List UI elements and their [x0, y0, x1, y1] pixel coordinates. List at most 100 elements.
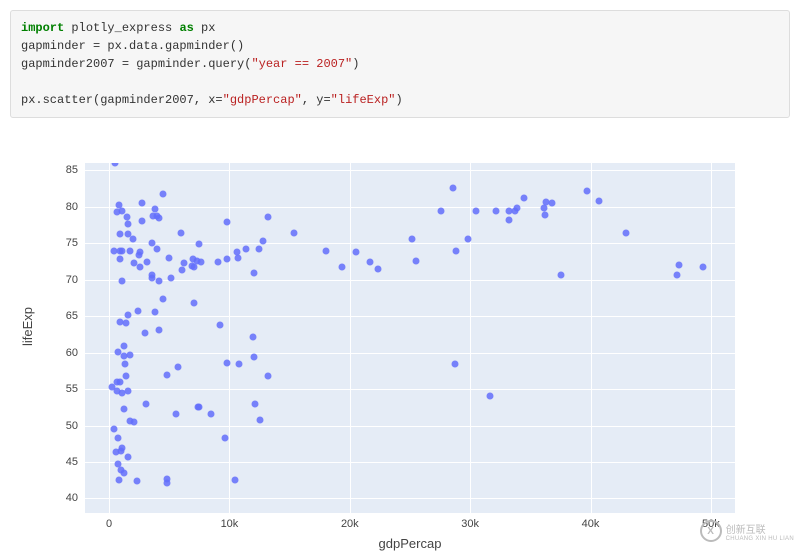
data-point[interactable]: [160, 296, 167, 303]
data-point[interactable]: [133, 478, 140, 485]
data-point[interactable]: [505, 207, 512, 214]
data-point[interactable]: [322, 248, 329, 255]
data-point[interactable]: [487, 392, 494, 399]
data-point[interactable]: [139, 217, 146, 224]
data-point[interactable]: [513, 204, 520, 211]
data-point[interactable]: [191, 300, 198, 307]
data-point[interactable]: [255, 245, 262, 252]
data-point[interactable]: [215, 259, 222, 266]
data-point[interactable]: [124, 312, 131, 319]
data-point[interactable]: [291, 230, 298, 237]
data-point[interactable]: [178, 266, 185, 273]
data-point[interactable]: [505, 216, 512, 223]
data-point[interactable]: [153, 246, 160, 253]
data-point[interactable]: [177, 229, 184, 236]
plot-area[interactable]: [85, 163, 735, 513]
data-point[interactable]: [121, 352, 128, 359]
data-point[interactable]: [118, 207, 125, 214]
data-point[interactable]: [139, 199, 146, 206]
data-point[interactable]: [117, 378, 124, 385]
data-point[interactable]: [125, 231, 132, 238]
data-point[interactable]: [452, 248, 459, 255]
data-point[interactable]: [195, 404, 202, 411]
data-point[interactable]: [233, 249, 240, 256]
data-point[interactable]: [198, 259, 205, 266]
data-point[interactable]: [148, 271, 155, 278]
data-point[interactable]: [251, 269, 258, 276]
data-point[interactable]: [231, 476, 238, 483]
data-point[interactable]: [222, 434, 229, 441]
data-point[interactable]: [135, 308, 142, 315]
data-point[interactable]: [700, 263, 707, 270]
data-point[interactable]: [675, 262, 682, 269]
data-point[interactable]: [520, 194, 527, 201]
data-point[interactable]: [119, 445, 126, 452]
data-point[interactable]: [156, 277, 163, 284]
data-point[interactable]: [409, 236, 416, 243]
data-point[interactable]: [116, 476, 123, 483]
data-point[interactable]: [137, 249, 144, 256]
data-point[interactable]: [236, 361, 243, 368]
data-point[interactable]: [156, 327, 163, 334]
data-point[interactable]: [160, 191, 167, 198]
data-point[interactable]: [121, 469, 128, 476]
data-point[interactable]: [142, 329, 149, 336]
data-point[interactable]: [111, 425, 118, 432]
data-point[interactable]: [125, 221, 132, 228]
data-point[interactable]: [124, 454, 131, 461]
scatter-chart[interactable]: lifeExp gdpPercap 010k20k30k40k50k404550…: [30, 158, 770, 548]
data-point[interactable]: [223, 256, 230, 263]
data-point[interactable]: [541, 211, 548, 218]
data-point[interactable]: [223, 218, 230, 225]
data-point[interactable]: [124, 387, 131, 394]
data-point[interactable]: [175, 363, 182, 370]
data-point[interactable]: [144, 258, 151, 265]
data-point[interactable]: [116, 231, 123, 238]
data-point[interactable]: [143, 401, 150, 408]
data-point[interactable]: [163, 480, 170, 487]
data-point[interactable]: [413, 257, 420, 264]
data-point[interactable]: [123, 213, 130, 220]
data-point[interactable]: [623, 230, 630, 237]
data-point[interactable]: [207, 411, 214, 418]
data-point[interactable]: [557, 272, 564, 279]
data-point[interactable]: [451, 361, 458, 368]
data-point[interactable]: [165, 255, 172, 262]
data-point[interactable]: [152, 309, 159, 316]
data-point[interactable]: [195, 241, 202, 248]
data-point[interactable]: [595, 198, 602, 205]
data-point[interactable]: [117, 319, 124, 326]
data-point[interactable]: [259, 237, 266, 244]
data-point[interactable]: [366, 258, 373, 265]
data-point[interactable]: [374, 266, 381, 273]
data-point[interactable]: [493, 208, 500, 215]
data-point[interactable]: [250, 334, 257, 341]
data-point[interactable]: [152, 205, 159, 212]
data-point[interactable]: [116, 247, 123, 254]
data-point[interactable]: [352, 249, 359, 256]
data-point[interactable]: [673, 272, 680, 279]
data-point[interactable]: [113, 387, 120, 394]
data-point[interactable]: [243, 245, 250, 252]
data-point[interactable]: [117, 255, 124, 262]
data-point[interactable]: [114, 460, 121, 467]
data-point[interactable]: [252, 400, 259, 407]
data-point[interactable]: [137, 264, 144, 271]
data-point[interactable]: [224, 360, 231, 367]
data-point[interactable]: [168, 274, 175, 281]
data-point[interactable]: [120, 342, 127, 349]
data-point[interactable]: [123, 373, 130, 380]
data-point[interactable]: [115, 434, 122, 441]
data-point[interactable]: [549, 199, 556, 206]
data-point[interactable]: [437, 207, 444, 214]
data-point[interactable]: [257, 417, 264, 424]
data-point[interactable]: [111, 163, 118, 167]
data-point[interactable]: [191, 263, 198, 270]
data-point[interactable]: [265, 373, 272, 380]
data-point[interactable]: [173, 410, 180, 417]
data-point[interactable]: [119, 277, 126, 284]
data-point[interactable]: [338, 263, 345, 270]
data-point[interactable]: [126, 247, 133, 254]
data-point[interactable]: [180, 259, 187, 266]
data-point[interactable]: [464, 235, 471, 242]
